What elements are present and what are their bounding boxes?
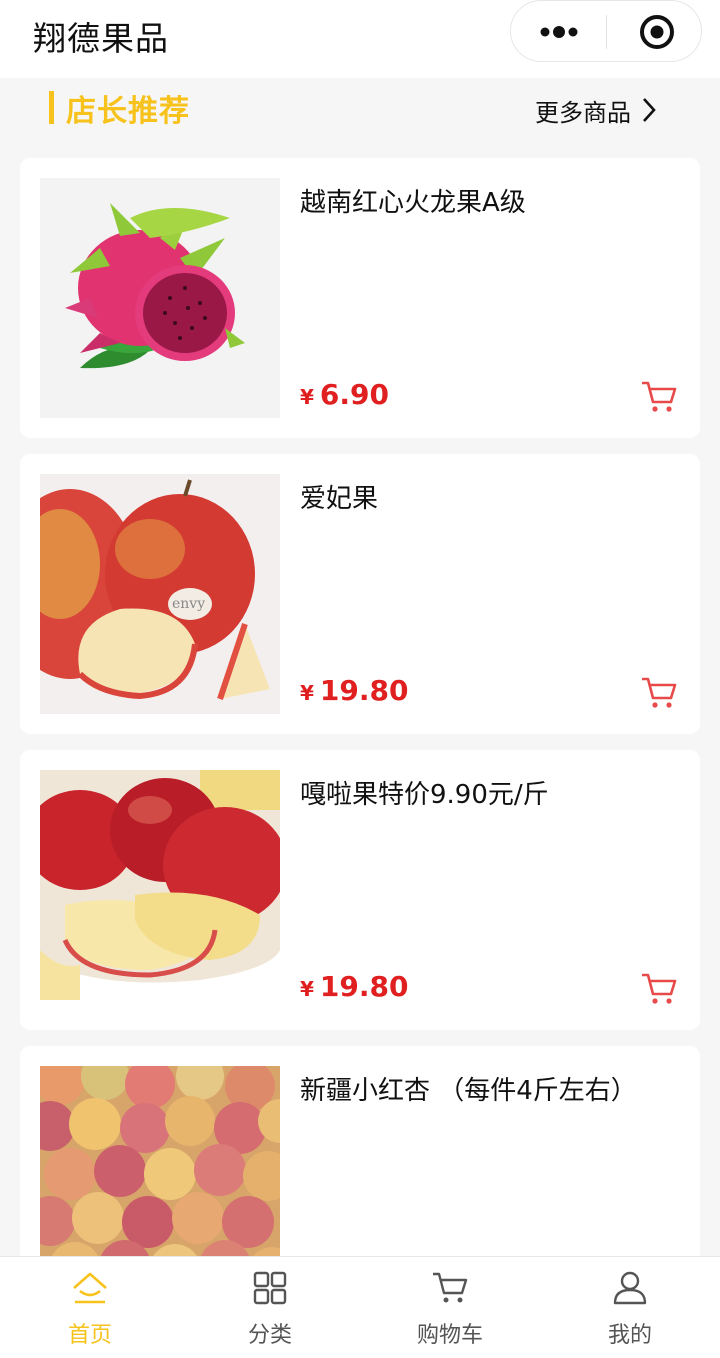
add-to-cart-icon[interactable] bbox=[640, 972, 678, 1006]
close-target-icon[interactable] bbox=[638, 13, 676, 51]
svg-text:envy: envy bbox=[172, 596, 205, 612]
section-accent-bar bbox=[49, 91, 54, 124]
product-price: ¥6.90 bbox=[300, 378, 389, 411]
product-image-envy-apple[interactable]: envy bbox=[40, 474, 280, 714]
product-name: 嘎啦果特价9.90元/斤 bbox=[300, 780, 549, 810]
capsule-divider bbox=[606, 15, 607, 49]
price-value: 19.80 bbox=[319, 970, 409, 1003]
product-price: ¥19.80 bbox=[300, 970, 409, 1003]
add-to-cart-icon[interactable] bbox=[640, 380, 678, 414]
tab-label: 我的 bbox=[607, 1323, 652, 1348]
product-card[interactable]: 嘎啦果特价9.90元/斤 ¥19.80 bbox=[20, 750, 700, 1030]
cart-icon bbox=[433, 1272, 468, 1303]
product-image-dragon-fruit[interactable] bbox=[40, 178, 280, 418]
app-title: 翔德果品 bbox=[33, 19, 169, 58]
tab-label: 首页 bbox=[67, 1323, 112, 1348]
add-to-cart-icon[interactable] bbox=[640, 676, 678, 710]
price-value: 6.90 bbox=[319, 378, 390, 411]
more-options-icon[interactable] bbox=[539, 22, 579, 42]
section-title: 店长推荐 bbox=[66, 94, 190, 129]
chevron-right-icon bbox=[643, 98, 656, 122]
product-card[interactable]: 越南红心火龙果A级 ¥6.90 bbox=[20, 158, 700, 438]
mini-program-capsule bbox=[510, 0, 702, 62]
price-value: 19.80 bbox=[319, 674, 409, 707]
bottom-tab-bar: 首页 分类 购物车 我的 bbox=[0, 1256, 720, 1358]
title-bar: 翔德果品 bbox=[0, 0, 720, 78]
product-name: 爱妃果 bbox=[300, 484, 379, 514]
more-products-link[interactable]: 更多商品 bbox=[535, 94, 657, 127]
grid-icon bbox=[253, 1271, 287, 1305]
tab-profile[interactable]: 我的 bbox=[540, 1257, 720, 1358]
currency-symbol: ¥ bbox=[300, 681, 314, 705]
product-image-gala-apple[interactable] bbox=[40, 770, 280, 1010]
product-name: 新疆小红杏 （每件4斤左右） bbox=[300, 1076, 637, 1106]
currency-symbol: ¥ bbox=[300, 385, 314, 409]
currency-symbol: ¥ bbox=[300, 977, 314, 1001]
product-card[interactable]: envy 爱妃果 ¥19.80 bbox=[20, 454, 700, 734]
product-price: ¥19.80 bbox=[300, 674, 409, 707]
tab-label: 购物车 bbox=[416, 1323, 483, 1348]
product-name: 越南红心火龙果A级 bbox=[300, 188, 526, 218]
more-products-label: 更多商品 bbox=[535, 98, 631, 127]
user-icon bbox=[613, 1271, 647, 1305]
section-header: 店长推荐 更多商品 bbox=[0, 78, 720, 148]
tab-label: 分类 bbox=[247, 1323, 292, 1348]
home-icon bbox=[73, 1272, 107, 1304]
tab-cart[interactable]: 购物车 bbox=[360, 1257, 540, 1358]
tab-home[interactable]: 首页 bbox=[0, 1257, 180, 1358]
tab-category[interactable]: 分类 bbox=[180, 1257, 360, 1358]
